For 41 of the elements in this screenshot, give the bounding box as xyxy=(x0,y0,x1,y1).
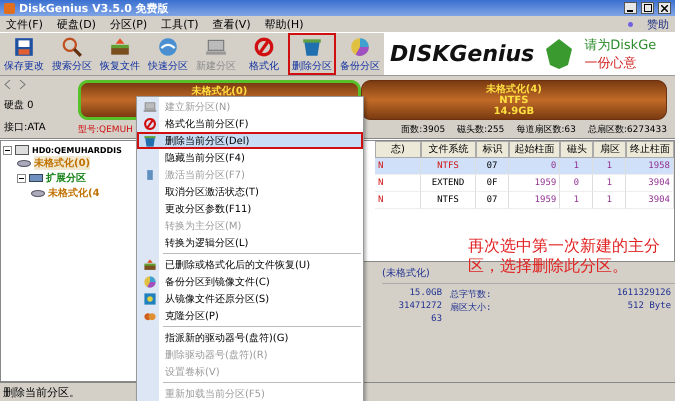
window-title: DiskGenius V3.5.0 免费版 xyxy=(19,0,169,16)
interface-label: 接口:ATA xyxy=(4,120,47,134)
table-cell: 1958 xyxy=(626,158,674,175)
table-cell: 3904 xyxy=(626,175,674,192)
table-cell: N xyxy=(375,175,421,192)
table-cell: 0 xyxy=(560,175,594,192)
slogan: 请为DiskGe xyxy=(584,37,656,54)
disk-label: 硬盘 0 xyxy=(4,98,35,112)
model-label: 型号:QEMUH xyxy=(78,124,133,136)
table-cell: NTFS xyxy=(421,192,476,209)
field-label: 扇区大小: xyxy=(450,302,492,314)
disk-info: 磁头数:255 xyxy=(457,124,504,136)
detail-value: 15.0GB xyxy=(408,288,442,300)
field-label: 总字节数: xyxy=(450,288,492,301)
field-value: 512 Byte xyxy=(626,301,672,313)
table-cell: 1 xyxy=(593,158,626,175)
table-cell: 1 xyxy=(560,192,594,209)
slogan: 一份心意 xyxy=(584,55,638,72)
table-cell: N xyxy=(375,192,421,209)
table-cell: 1 xyxy=(560,158,594,175)
table-cell: 3904 xyxy=(626,192,674,209)
table-cell: 0 xyxy=(508,158,560,175)
logo: DISKGenius xyxy=(390,42,534,66)
table-cell: 07 xyxy=(476,192,509,209)
table-cell: N xyxy=(375,158,421,175)
status-text: 删除当前分区。 xyxy=(3,384,80,400)
detail-value: 31471272 xyxy=(398,301,442,313)
table-cell: 0F xyxy=(476,175,509,192)
detail-value: 63 xyxy=(430,314,442,324)
annotation-text: 再次选中第一次新建的主分区，选择删除此分区。 xyxy=(468,236,661,276)
table-cell: 1959 xyxy=(508,192,560,209)
table-cell: NTFS xyxy=(421,158,476,175)
table-cell: EXTEND xyxy=(421,175,476,192)
table-cell: 1 xyxy=(593,192,626,209)
disk-info: 每道扇区数:63 xyxy=(516,124,576,136)
disk-info: 总扇区数:6273433 xyxy=(588,124,667,136)
table-cell: 07 xyxy=(476,158,509,175)
table-cell: 1 xyxy=(593,175,626,192)
table-cell: 1959 xyxy=(508,175,560,192)
field-value: 1611329126 xyxy=(616,288,672,300)
disk-info: 面数:3905 xyxy=(401,124,446,136)
